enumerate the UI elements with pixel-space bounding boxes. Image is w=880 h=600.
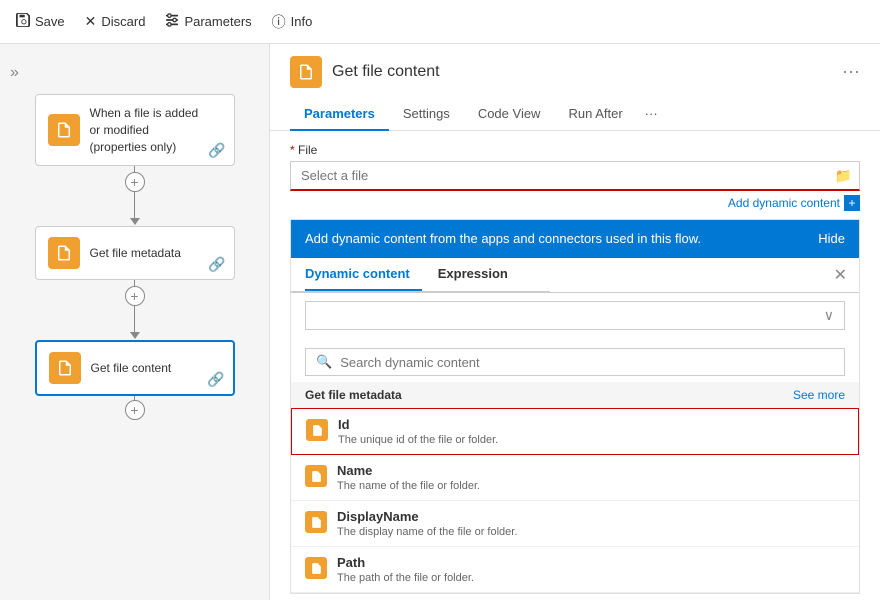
add-step-1[interactable]: + [125, 172, 145, 192]
content-icon [49, 352, 81, 384]
add-dynamic-label: Add dynamic content [728, 196, 840, 210]
results-group-header: Get file metadata See more [291, 382, 859, 408]
parameters-icon [165, 13, 179, 30]
result-name-icon [305, 465, 327, 487]
dynamic-search-input[interactable] [340, 355, 834, 370]
params-content: * File 📁 Add dynamic content + Add dynam… [270, 131, 880, 600]
folder-icon: 📁 [835, 168, 852, 185]
flow-node-content[interactable]: Get file content 🔗 [35, 340, 235, 396]
group-header-label: Get file metadata [305, 388, 402, 402]
search-icon: 🔍 [316, 354, 332, 370]
info-icon: ⓘ [272, 12, 286, 32]
result-path-content: Path The path of the file or folder. [337, 555, 474, 584]
dynamic-content-tabs: Dynamic content Expression [291, 258, 550, 292]
flow-canvas: » When a file is addedor modified(proper… [0, 44, 270, 600]
tab-code-view[interactable]: Code View [464, 100, 555, 131]
result-id-content: Id The unique id of the file or folder. [338, 417, 498, 446]
tab-more[interactable]: ··· [637, 100, 666, 130]
dynamic-panel: Add dynamic content from the apps and co… [290, 219, 860, 594]
trigger-icon [48, 114, 80, 146]
add-dynamic-button[interactable]: Add dynamic content + [728, 195, 860, 211]
file-input[interactable] [290, 161, 860, 191]
other-field-input[interactable] [316, 308, 816, 323]
result-id-icon [306, 419, 328, 441]
main-layout: » When a file is addedor modified(proper… [0, 44, 880, 600]
add-step-2[interactable]: + [125, 286, 145, 306]
result-path-name: Path [337, 555, 474, 570]
tab-dynamic-content[interactable]: Dynamic content [305, 258, 422, 291]
result-path-desc: The path of the file or folder. [337, 572, 474, 584]
dynamic-search-wrap: 🔍 [291, 338, 859, 382]
save-icon [16, 13, 30, 30]
connector-1: + [125, 166, 145, 198]
tab-expression[interactable]: Expression [438, 258, 520, 291]
result-id-name: Id [338, 417, 498, 432]
flow-node-trigger[interactable]: When a file is addedor modified(properti… [35, 94, 235, 166]
collapse-button[interactable]: ⋯ [842, 62, 860, 83]
toolbar: Save ✕ Discard Parameters ⓘ Info [0, 0, 880, 44]
see-more-button[interactable]: See more [793, 388, 845, 402]
chevron-down-icon: ∨ [824, 307, 834, 324]
action-header-icon [290, 56, 322, 88]
file-field-label: * File [290, 143, 860, 157]
tab-run-after[interactable]: Run After [554, 100, 636, 131]
info-button[interactable]: ⓘ Info [272, 12, 313, 32]
result-name-desc: The name of the file or folder. [337, 480, 480, 492]
discard-icon: ✕ [85, 13, 97, 30]
dynamic-hide-button[interactable]: Hide [818, 230, 845, 248]
result-name-name: Name [337, 463, 480, 478]
save-label: Save [35, 14, 65, 29]
save-button[interactable]: Save [16, 13, 65, 30]
dynamic-info-text: Add dynamic content from the apps and co… [305, 230, 818, 248]
connector-3: + [125, 396, 145, 420]
metadata-link-icon: 🔗 [208, 256, 225, 273]
result-name-content: Name The name of the file or folder. [337, 463, 480, 492]
info-label: Info [291, 14, 313, 29]
result-displayname-content: DisplayName The display name of the file… [337, 509, 517, 538]
arrow-1 [130, 198, 140, 226]
file-input-wrap: 📁 [290, 161, 860, 191]
required-star: * [290, 143, 298, 157]
result-item-name[interactable]: Name The name of the file or folder. [291, 455, 859, 501]
dynamic-info-bar: Add dynamic content from the apps and co… [291, 220, 859, 258]
tab-settings[interactable]: Settings [389, 100, 464, 131]
expand-button[interactable]: » [10, 64, 19, 82]
trigger-link-icon: 🔗 [208, 142, 225, 159]
action-title: Get file content [332, 63, 440, 81]
connector-2: + [125, 280, 145, 312]
result-item-displayname[interactable]: DisplayName The display name of the file… [291, 501, 859, 547]
add-dynamic-bar: Add dynamic content + [290, 191, 860, 219]
flow-node-metadata[interactable]: Get file metadata 🔗 [35, 226, 235, 280]
result-item-path[interactable]: Path The path of the file or folder. [291, 547, 859, 593]
result-item-id[interactable]: Id The unique id of the file or folder. [291, 408, 859, 455]
arrow-2 [130, 312, 140, 340]
add-step-3[interactable]: + [125, 400, 145, 420]
metadata-text: Get file metadata [90, 245, 181, 262]
add-dynamic-plus-icon: + [844, 195, 860, 211]
dynamic-search-box: 🔍 [305, 348, 845, 376]
parameters-label: Parameters [184, 14, 251, 29]
result-path-icon [305, 557, 327, 579]
tab-parameters[interactable]: Parameters [290, 100, 389, 131]
close-dynamic-button[interactable]: ✕ [834, 265, 859, 285]
dynamic-results: Get file metadata See more Id The unique… [291, 382, 859, 593]
result-displayname-name: DisplayName [337, 509, 517, 524]
content-text: Get file content [91, 360, 172, 377]
right-panel: Get file content ⋯ Parameters Settings C… [270, 44, 880, 600]
other-field-wrap: ∨ [305, 301, 845, 330]
parameters-button[interactable]: Parameters [165, 13, 251, 30]
result-displayname-icon [305, 511, 327, 533]
discard-button[interactable]: ✕ Discard [85, 13, 146, 30]
metadata-icon [48, 237, 80, 269]
content-link-icon: 🔗 [207, 371, 224, 388]
discard-label: Discard [101, 14, 145, 29]
result-displayname-desc: The display name of the file or folder. [337, 526, 517, 538]
action-tabs: Parameters Settings Code View Run After … [270, 92, 880, 131]
action-header: Get file content ⋯ [270, 44, 880, 88]
trigger-text: When a file is addedor modified(properti… [90, 105, 199, 155]
result-id-desc: The unique id of the file or folder. [338, 434, 498, 446]
